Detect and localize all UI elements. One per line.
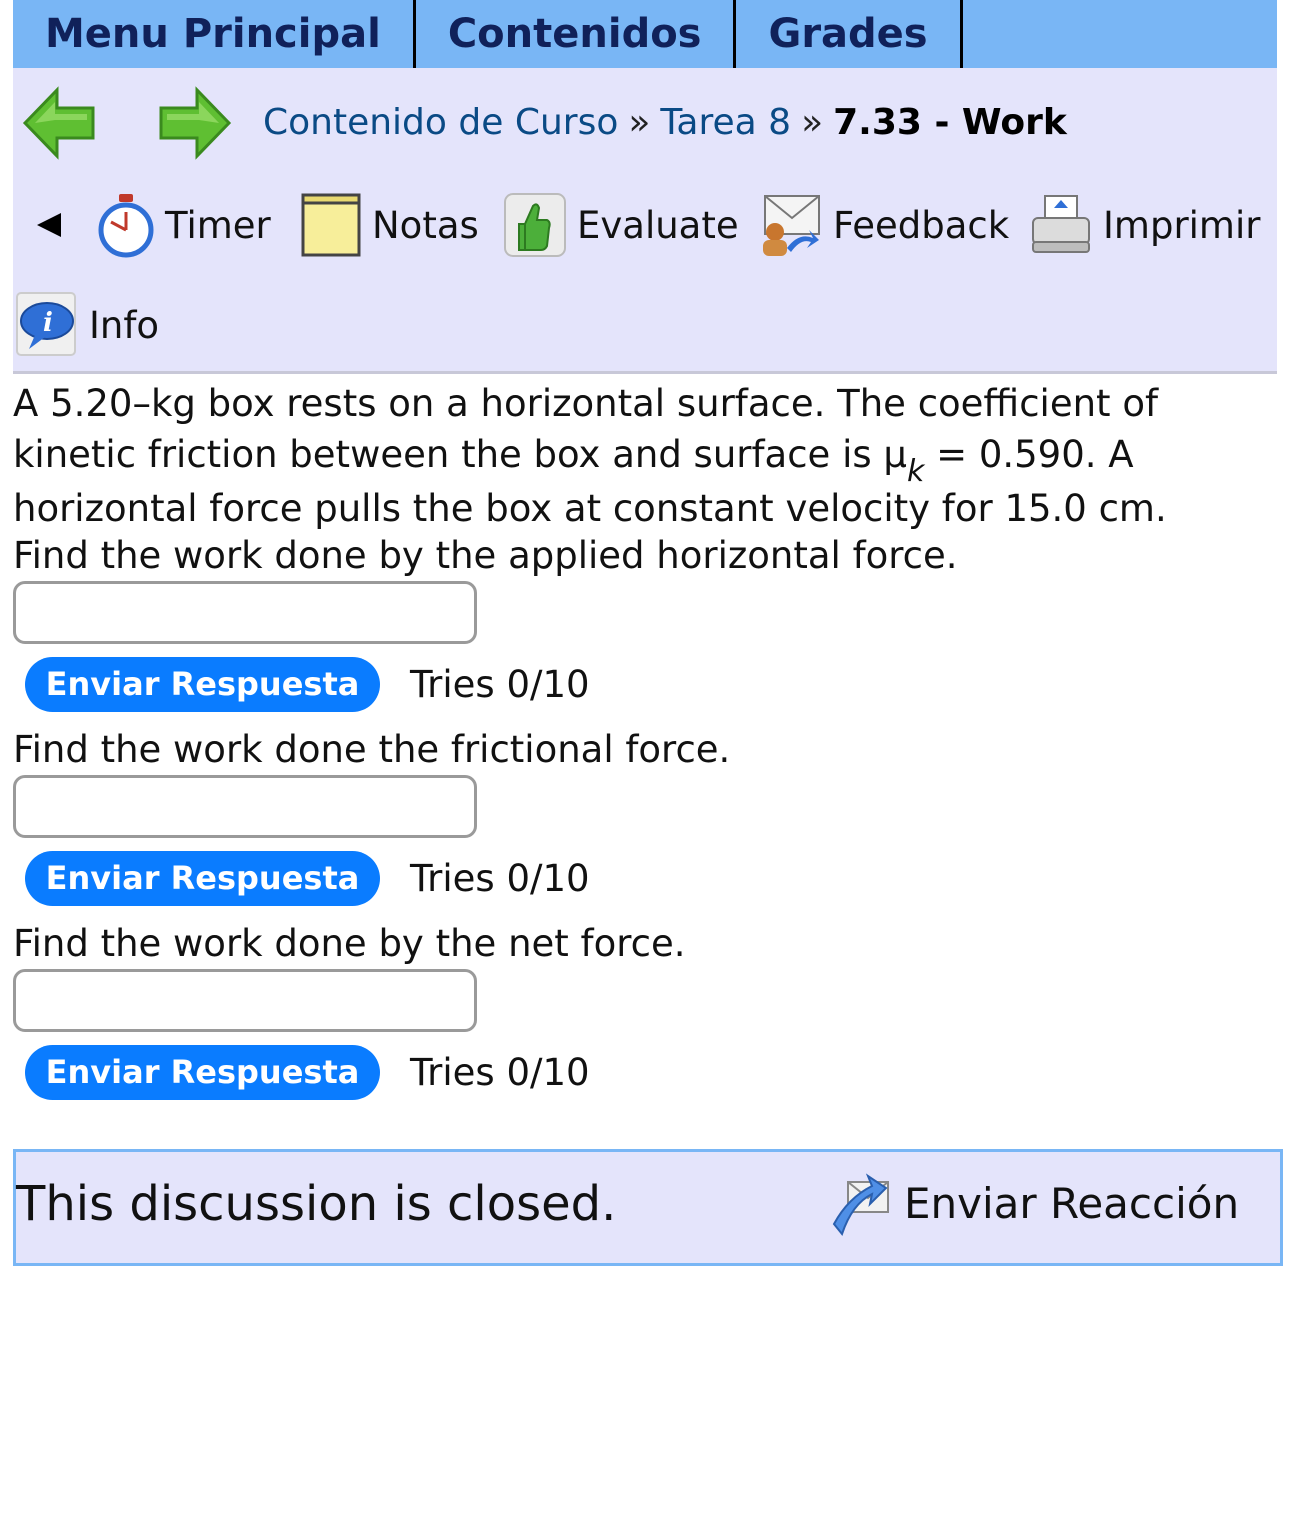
part1-tries: Tries 0/10 — [410, 662, 590, 706]
discussion-status: This discussion is closed. — [16, 1176, 617, 1232]
stopwatch-icon — [98, 194, 154, 258]
part3-submit-button[interactable]: Enviar Respuesta — [25, 1044, 380, 1100]
previous-page-button[interactable] — [21, 86, 99, 160]
left-triangle-icon — [37, 213, 61, 237]
timer-label: Timer — [165, 203, 271, 247]
part3-submit-row: Enviar Respuesta Tries 0/10 — [13, 1032, 1277, 1112]
green-left-arrow-icon — [22, 86, 95, 160]
part3-question: Find the work done by the net force. — [13, 922, 686, 965]
next-page-button[interactable] — [155, 86, 233, 160]
printer-icon — [1032, 195, 1090, 253]
enviar-reaccion-button[interactable]: Enviar Reacción — [828, 1168, 1239, 1238]
part2-answer-input[interactable] — [13, 775, 477, 838]
grades-tab[interactable]: Grades — [736, 0, 963, 68]
part2-question: Find the work done the frictional force. — [13, 728, 731, 771]
breadcrumb-contenido-link[interactable]: Contenido de Curso — [263, 102, 618, 143]
contenidos-tab[interactable]: Contenidos — [416, 0, 737, 68]
green-right-arrow-icon — [159, 86, 232, 160]
top-menu-bar: Menu Principal Contenidos Grades — [13, 0, 1277, 68]
navigation-panel: Contenido de Curso» Tarea 8» 7.33 - Work T… — [13, 68, 1277, 374]
collapse-tools-button[interactable] — [35, 212, 63, 242]
part3-tries: Tries 0/10 — [410, 1050, 590, 1094]
timer-button[interactable]: Timer — [97, 190, 271, 260]
part3-answer-input[interactable] — [13, 969, 477, 1032]
notepad-icon — [301, 193, 361, 257]
mu-subscript: k — [906, 454, 925, 489]
part2-submit-row: Enviar Respuesta Tries 0/10 — [13, 838, 1277, 918]
breadcrumb: Contenido de Curso» Tarea 8» 7.33 - Work — [263, 102, 1067, 143]
send-reaction-icon — [832, 1173, 889, 1237]
part2-submit-button[interactable]: Enviar Respuesta — [25, 850, 380, 906]
part1-answer-input[interactable] — [13, 581, 477, 644]
notas-label: Notas — [372, 203, 479, 247]
svg-text:i: i — [43, 308, 53, 338]
part1-question: Find the work done by the applied horizo… — [13, 534, 958, 577]
evaluate-label: Evaluate — [577, 203, 739, 247]
feedback-button[interactable]: Feedback — [757, 190, 1009, 260]
feedback-label: Feedback — [833, 203, 1010, 247]
enviar-reaccion-label: Enviar Reacción — [904, 1178, 1240, 1228]
tools-row: Timer Notas Evaluate Feedback Imprimir — [13, 190, 1277, 260]
imprimir-button[interactable]: Imprimir — [1029, 190, 1260, 260]
part2-tries: Tries 0/10 — [410, 856, 590, 900]
breadcrumb-current-page: 7.33 - Work — [833, 102, 1067, 143]
imprimir-label: Imprimir — [1103, 203, 1261, 247]
thumbs-up-icon — [504, 193, 566, 257]
menu-principal-tab[interactable]: Menu Principal — [13, 0, 416, 68]
feedback-mail-icon — [763, 195, 820, 256]
problem-content: A 5.20–kg box rests on a horizontal surf… — [13, 378, 1277, 1112]
evaluate-button[interactable]: Evaluate — [503, 190, 739, 260]
discussion-box: This discussion is closed. Enviar Reacci… — [13, 1149, 1283, 1266]
notas-button[interactable]: Notas — [300, 190, 479, 260]
breadcrumb-separator: » — [628, 102, 651, 143]
part1-submit-row: Enviar Respuesta Tries 0/10 — [13, 644, 1277, 724]
breadcrumb-row: Contenido de Curso» Tarea 8» 7.33 - Work — [13, 86, 1277, 160]
part1-submit-button[interactable]: Enviar Respuesta — [25, 656, 380, 712]
info-speech-bubble-icon: i — [16, 292, 76, 356]
breadcrumb-separator: » — [801, 102, 824, 143]
problem-statement: A 5.20–kg box rests on a horizontal surf… — [13, 378, 1277, 534]
info-button[interactable]: i Info — [13, 290, 159, 360]
info-label: Info — [89, 303, 160, 347]
breadcrumb-tarea-link[interactable]: Tarea 8 — [660, 102, 791, 143]
